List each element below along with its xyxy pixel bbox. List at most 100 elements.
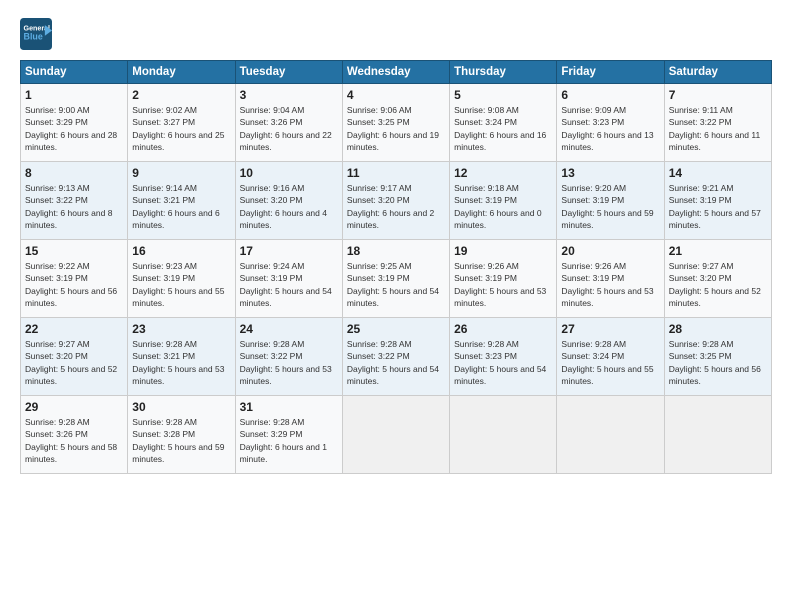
day-cell: 11 Sunrise: 9:17 AM Sunset: 3:20 PM Dayl… xyxy=(342,162,449,240)
day-number: 13 xyxy=(561,166,659,180)
day-number: 12 xyxy=(454,166,552,180)
day-number: 28 xyxy=(669,322,767,336)
day-info: Sunrise: 9:13 AM Sunset: 3:22 PM Dayligh… xyxy=(25,182,123,231)
daylight: Daylight: 5 hours and 59 minutes. xyxy=(132,442,224,464)
sunrise: Sunrise: 9:28 AM xyxy=(132,339,197,349)
day-number: 11 xyxy=(347,166,445,180)
calendar-table: SundayMondayTuesdayWednesdayThursdayFrid… xyxy=(20,60,772,474)
sunset: Sunset: 3:19 PM xyxy=(454,195,517,205)
day-cell: 17 Sunrise: 9:24 AM Sunset: 3:19 PM Dayl… xyxy=(235,240,342,318)
sunset: Sunset: 3:28 PM xyxy=(132,429,195,439)
day-info: Sunrise: 9:23 AM Sunset: 3:19 PM Dayligh… xyxy=(132,260,230,309)
sunrise: Sunrise: 9:28 AM xyxy=(561,339,626,349)
sunrise: Sunrise: 9:02 AM xyxy=(132,105,197,115)
sunrise: Sunrise: 9:25 AM xyxy=(347,261,412,271)
day-number: 20 xyxy=(561,244,659,258)
daylight: Daylight: 5 hours and 54 minutes. xyxy=(347,364,439,386)
day-cell: 20 Sunrise: 9:26 AM Sunset: 3:19 PM Dayl… xyxy=(557,240,664,318)
day-cell: 13 Sunrise: 9:20 AM Sunset: 3:19 PM Dayl… xyxy=(557,162,664,240)
col-header-friday: Friday xyxy=(557,61,664,84)
day-info: Sunrise: 9:28 AM Sunset: 3:23 PM Dayligh… xyxy=(454,338,552,387)
sunset: Sunset: 3:22 PM xyxy=(347,351,410,361)
sunset: Sunset: 3:26 PM xyxy=(25,429,88,439)
daylight: Daylight: 6 hours and 8 minutes. xyxy=(25,208,112,230)
daylight: Daylight: 5 hours and 56 minutes. xyxy=(669,364,761,386)
day-cell: 18 Sunrise: 9:25 AM Sunset: 3:19 PM Dayl… xyxy=(342,240,449,318)
col-header-saturday: Saturday xyxy=(664,61,771,84)
day-cell: 31 Sunrise: 9:28 AM Sunset: 3:29 PM Dayl… xyxy=(235,396,342,474)
day-info: Sunrise: 9:17 AM Sunset: 3:20 PM Dayligh… xyxy=(347,182,445,231)
daylight: Daylight: 6 hours and 16 minutes. xyxy=(454,130,546,152)
day-cell: 4 Sunrise: 9:06 AM Sunset: 3:25 PM Dayli… xyxy=(342,84,449,162)
sunrise: Sunrise: 9:28 AM xyxy=(347,339,412,349)
day-cell: 19 Sunrise: 9:26 AM Sunset: 3:19 PM Dayl… xyxy=(450,240,557,318)
sunrise: Sunrise: 9:17 AM xyxy=(347,183,412,193)
day-cell: 26 Sunrise: 9:28 AM Sunset: 3:23 PM Dayl… xyxy=(450,318,557,396)
day-info: Sunrise: 9:22 AM Sunset: 3:19 PM Dayligh… xyxy=(25,260,123,309)
sunset: Sunset: 3:21 PM xyxy=(132,351,195,361)
sunrise: Sunrise: 9:18 AM xyxy=(454,183,519,193)
day-cell: 25 Sunrise: 9:28 AM Sunset: 3:22 PM Dayl… xyxy=(342,318,449,396)
day-cell: 8 Sunrise: 9:13 AM Sunset: 3:22 PM Dayli… xyxy=(21,162,128,240)
sunset: Sunset: 3:20 PM xyxy=(240,195,303,205)
day-number: 29 xyxy=(25,400,123,414)
day-cell xyxy=(557,396,664,474)
day-number: 16 xyxy=(132,244,230,258)
day-info: Sunrise: 9:28 AM Sunset: 3:21 PM Dayligh… xyxy=(132,338,230,387)
day-info: Sunrise: 9:28 AM Sunset: 3:24 PM Dayligh… xyxy=(561,338,659,387)
day-info: Sunrise: 9:11 AM Sunset: 3:22 PM Dayligh… xyxy=(669,104,767,153)
sunset: Sunset: 3:24 PM xyxy=(454,117,517,127)
sunset: Sunset: 3:20 PM xyxy=(669,273,732,283)
week-row-5: 29 Sunrise: 9:28 AM Sunset: 3:26 PM Dayl… xyxy=(21,396,772,474)
sunrise: Sunrise: 9:08 AM xyxy=(454,105,519,115)
day-number: 21 xyxy=(669,244,767,258)
calendar-header-row: SundayMondayTuesdayWednesdayThursdayFrid… xyxy=(21,61,772,84)
day-number: 2 xyxy=(132,88,230,102)
day-number: 23 xyxy=(132,322,230,336)
sunrise: Sunrise: 9:26 AM xyxy=(454,261,519,271)
day-info: Sunrise: 9:02 AM Sunset: 3:27 PM Dayligh… xyxy=(132,104,230,153)
day-number: 26 xyxy=(454,322,552,336)
sunrise: Sunrise: 9:27 AM xyxy=(25,339,90,349)
day-number: 25 xyxy=(347,322,445,336)
day-info: Sunrise: 9:27 AM Sunset: 3:20 PM Dayligh… xyxy=(669,260,767,309)
day-info: Sunrise: 9:00 AM Sunset: 3:29 PM Dayligh… xyxy=(25,104,123,153)
day-cell: 10 Sunrise: 9:16 AM Sunset: 3:20 PM Dayl… xyxy=(235,162,342,240)
daylight: Daylight: 6 hours and 25 minutes. xyxy=(132,130,224,152)
day-info: Sunrise: 9:28 AM Sunset: 3:26 PM Dayligh… xyxy=(25,416,123,465)
day-info: Sunrise: 9:26 AM Sunset: 3:19 PM Dayligh… xyxy=(454,260,552,309)
day-cell: 22 Sunrise: 9:27 AM Sunset: 3:20 PM Dayl… xyxy=(21,318,128,396)
day-number: 19 xyxy=(454,244,552,258)
daylight: Daylight: 6 hours and 19 minutes. xyxy=(347,130,439,152)
sunrise: Sunrise: 9:14 AM xyxy=(132,183,197,193)
daylight: Daylight: 6 hours and 2 minutes. xyxy=(347,208,434,230)
sunset: Sunset: 3:23 PM xyxy=(561,117,624,127)
day-info: Sunrise: 9:28 AM Sunset: 3:25 PM Dayligh… xyxy=(669,338,767,387)
day-info: Sunrise: 9:21 AM Sunset: 3:19 PM Dayligh… xyxy=(669,182,767,231)
daylight: Daylight: 5 hours and 52 minutes. xyxy=(669,286,761,308)
sunrise: Sunrise: 9:28 AM xyxy=(132,417,197,427)
sunset: Sunset: 3:24 PM xyxy=(561,351,624,361)
sunset: Sunset: 3:20 PM xyxy=(25,351,88,361)
sunset: Sunset: 3:19 PM xyxy=(561,273,624,283)
sunrise: Sunrise: 9:13 AM xyxy=(25,183,90,193)
sunset: Sunset: 3:23 PM xyxy=(454,351,517,361)
daylight: Daylight: 5 hours and 56 minutes. xyxy=(25,286,117,308)
daylight: Daylight: 6 hours and 1 minute. xyxy=(240,442,327,464)
logo-icon: General Blue xyxy=(20,18,52,50)
daylight: Daylight: 6 hours and 6 minutes. xyxy=(132,208,219,230)
day-number: 1 xyxy=(25,88,123,102)
daylight: Daylight: 5 hours and 55 minutes. xyxy=(132,286,224,308)
day-cell: 6 Sunrise: 9:09 AM Sunset: 3:23 PM Dayli… xyxy=(557,84,664,162)
daylight: Daylight: 5 hours and 55 minutes. xyxy=(561,364,653,386)
day-cell: 1 Sunrise: 9:00 AM Sunset: 3:29 PM Dayli… xyxy=(21,84,128,162)
daylight: Daylight: 6 hours and 22 minutes. xyxy=(240,130,332,152)
week-row-1: 1 Sunrise: 9:00 AM Sunset: 3:29 PM Dayli… xyxy=(21,84,772,162)
sunset: Sunset: 3:25 PM xyxy=(347,117,410,127)
daylight: Daylight: 5 hours and 54 minutes. xyxy=(240,286,332,308)
daylight: Daylight: 5 hours and 54 minutes. xyxy=(454,364,546,386)
col-header-wednesday: Wednesday xyxy=(342,61,449,84)
day-number: 17 xyxy=(240,244,338,258)
daylight: Daylight: 6 hours and 0 minutes. xyxy=(454,208,541,230)
daylight: Daylight: 6 hours and 28 minutes. xyxy=(25,130,117,152)
